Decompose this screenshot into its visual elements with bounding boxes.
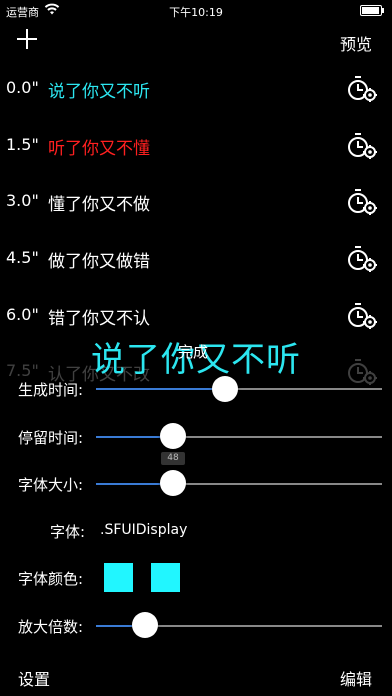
status-bar: 运营商 下午10:19: [0, 0, 392, 22]
font-value[interactable]: .SFUIDisplay: [100, 522, 187, 538]
row-text: 错了你又不认: [48, 309, 150, 329]
color-swatch-2[interactable]: [151, 563, 180, 592]
scale-slider-thumb[interactable]: [131, 612, 158, 638]
list-item[interactable]: 1.5" 听了你又不懂: [0, 126, 392, 166]
stay-time-label: 停留时间:: [18, 429, 84, 447]
stay-time-slider-thumb[interactable]: [160, 423, 187, 449]
row-time: 6.0": [6, 305, 39, 324]
font-size-slider[interactable]: [96, 483, 382, 485]
font-color-label: 字体颜色:: [18, 570, 84, 588]
status-time: 下午10:19: [169, 6, 223, 19]
row-text: 做了你又做错: [48, 252, 150, 272]
timer-settings-icon[interactable]: [346, 186, 378, 218]
font-size-slider-thumb[interactable]: [160, 470, 187, 496]
font-size-label: 字体大小:: [18, 476, 84, 494]
preview-button[interactable]: 预览: [340, 31, 372, 55]
list-item[interactable]: 3.0" 懂了你又不做: [0, 182, 392, 222]
list-item[interactable]: 0.0" 说了你又不听: [0, 69, 392, 109]
row-time: 0.0": [6, 78, 39, 97]
row-text: 听了你又不懂: [48, 139, 150, 159]
nav-bar: 预览: [0, 26, 392, 56]
row-text: 懂了你又不做: [48, 195, 150, 215]
gen-time-label: 生成时间:: [18, 381, 84, 399]
gen-time-slider[interactable]: [96, 388, 382, 390]
font-label: 字体:: [50, 523, 86, 541]
timer-settings-icon[interactable]: [346, 300, 378, 332]
timer-settings-icon[interactable]: [346, 73, 378, 105]
battery-icon: [360, 5, 384, 16]
stay-time-tooltip: 48: [161, 452, 185, 465]
settings-button[interactable]: 设置: [18, 666, 50, 690]
color-swatch-1[interactable]: [104, 563, 133, 592]
add-icon[interactable]: [17, 29, 37, 49]
list-item[interactable]: 4.5" 做了你又做错: [0, 239, 392, 279]
timer-settings-icon[interactable]: [346, 130, 378, 162]
scale-label: 放大倍数:: [18, 618, 84, 636]
list-item[interactable]: 6.0" 错了你又不认: [0, 296, 392, 336]
bottom-toolbar: 设置 编辑: [0, 664, 392, 694]
row-time: 1.5": [6, 135, 39, 154]
row-time: 3.0": [6, 191, 39, 210]
stay-time-slider[interactable]: [96, 436, 382, 438]
done-button[interactable]: 完成: [178, 341, 208, 362]
edit-button[interactable]: 编辑: [340, 666, 372, 690]
row-text: 说了你又不听: [48, 82, 150, 102]
timer-settings-icon[interactable]: [346, 243, 378, 275]
gen-time-slider-thumb[interactable]: [211, 376, 238, 402]
row-time: 4.5": [6, 248, 39, 267]
